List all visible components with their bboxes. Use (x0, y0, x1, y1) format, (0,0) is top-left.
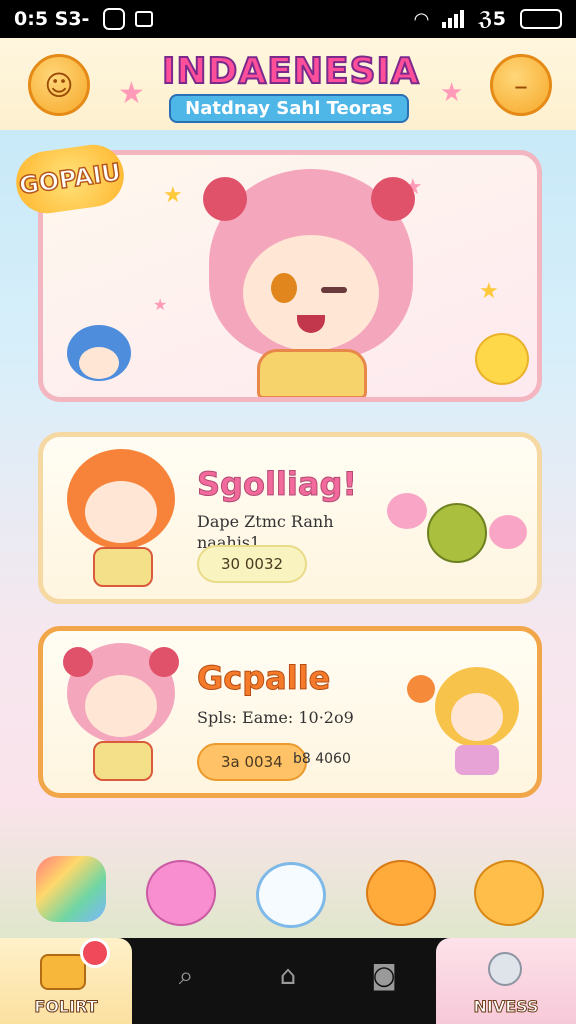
mission-reward-pill[interactable]: 3a 0034 (197, 743, 307, 781)
mission-description: Spls: Eame: 10·2o9 (197, 707, 354, 728)
battery-icon (520, 9, 562, 29)
pink-cloud-mascot (387, 493, 427, 529)
star-icon: ★ (153, 295, 168, 314)
mission-reward-pill[interactable]: 30 0032 (197, 545, 308, 583)
nav-tab-home[interactable]: FOLIRT (0, 938, 132, 1024)
status-bar: 0:5 S3- ◠ ℨ5 (0, 0, 576, 38)
bottom-navigation: FOLIRT ⌕ ⌂ ◙ NIVESS (0, 938, 576, 1024)
side-character (67, 325, 131, 397)
star-icon: ★ (118, 76, 145, 111)
game-logo: INDAENESIA Natdnay Sahl Teoras (161, 51, 420, 132)
robot-icon (488, 952, 522, 986)
mascot-character (475, 333, 529, 385)
mission-card[interactable]: Sgolliag! Dape Ztmc Ranh naahis1 30 0032 (38, 432, 542, 604)
mission-title: Gcpalle (196, 659, 331, 698)
mission-character (63, 643, 179, 789)
wifi-icon: ◠ (414, 8, 429, 30)
app-notification-icon (103, 8, 126, 30)
mission-extra-value: b8 4060 (293, 751, 351, 767)
bear-mascot-icon[interactable] (474, 860, 544, 926)
message-notification-icon (135, 11, 154, 27)
rainbow-mascot-icon[interactable] (36, 856, 106, 922)
mission-card[interactable]: Gcpalle Spls: Eame: 10·2o9 3a 0034 b8 40… (38, 626, 542, 798)
green-mascot (427, 503, 487, 563)
network-label: ℨ5 (478, 8, 506, 30)
face-icon[interactable]: – (490, 54, 552, 116)
house-icon (40, 954, 86, 990)
pink-cloud-mascot (489, 515, 527, 549)
status-time: 0:5 S3- (14, 8, 90, 30)
star-icon: ★ (163, 183, 183, 208)
logo-title: INDAENESIA (161, 51, 420, 93)
mission-character (63, 449, 179, 595)
paw-coin-icon[interactable]: ☺ (28, 54, 90, 116)
home-icon[interactable]: ⌂ (270, 958, 306, 994)
logo-subtitle: Natdnay Sahl Teoras (169, 94, 409, 123)
notification-badge (80, 938, 110, 968)
hero-character (201, 169, 421, 397)
mission-title: Sgolliag! (197, 465, 358, 504)
mission-desc-line: Dape Ztmc Ranh (197, 512, 334, 531)
gift-mascot-icon[interactable] (256, 862, 326, 928)
flower-icon (407, 675, 435, 703)
nav-label-left: FOLIRT (34, 997, 98, 1017)
orange-mascot-icon[interactable] (366, 860, 436, 926)
pink-mascot-icon[interactable] (146, 860, 216, 926)
search-icon[interactable]: ⌕ (168, 958, 204, 994)
blonde-character (435, 667, 519, 779)
mission-desc-line: Spls: Eame: 10·2o9 (197, 708, 354, 727)
camera-icon[interactable]: ◙ (366, 958, 402, 994)
star-icon: ★ (479, 279, 499, 304)
signal-icon (442, 10, 465, 28)
star-icon: ★ (440, 78, 464, 108)
nav-tab-news[interactable]: NIVESS (436, 938, 576, 1024)
nav-label-right: NIVESS (473, 997, 539, 1017)
